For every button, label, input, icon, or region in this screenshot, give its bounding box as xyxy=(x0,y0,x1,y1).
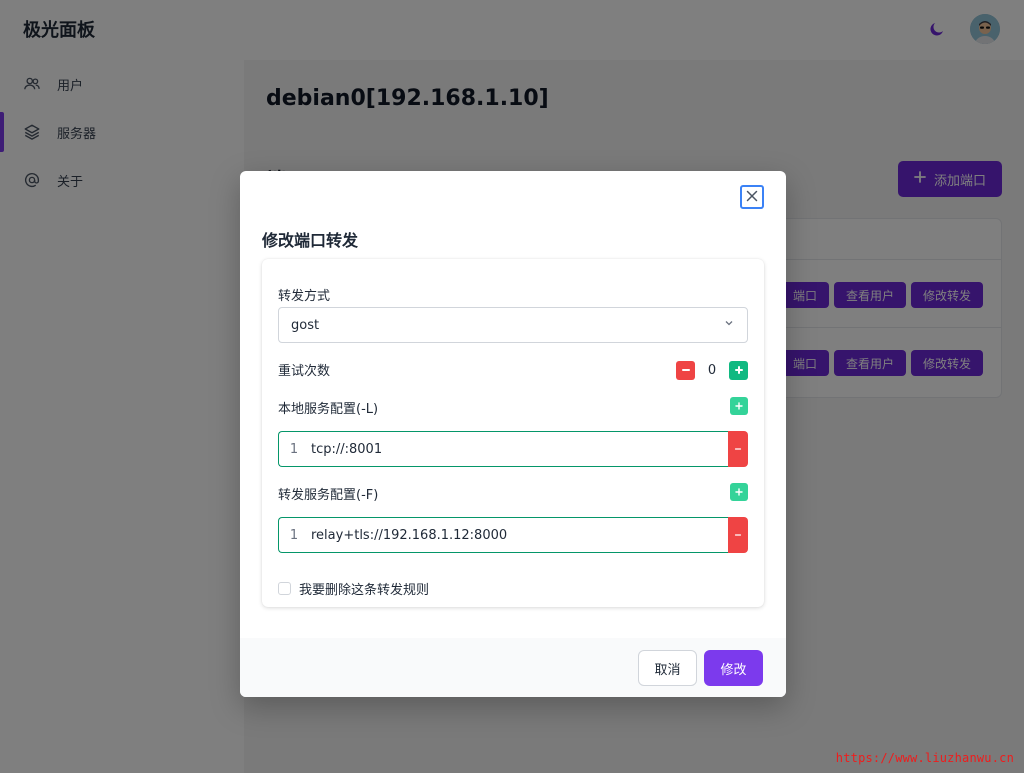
line-number: 1 xyxy=(289,527,299,543)
retry-label: 重试次数 xyxy=(278,364,331,379)
minus-icon xyxy=(734,443,742,456)
local-config-value: tcp://:8001 xyxy=(311,441,383,457)
line-number: 1 xyxy=(289,441,299,457)
plus-icon xyxy=(735,486,743,499)
forward-config-value: relay+tls://192.168.1.12:8000 xyxy=(311,527,508,543)
close-button[interactable] xyxy=(740,185,764,209)
watermark-text: https://www.liuzhanwu.cn xyxy=(835,751,1014,765)
delete-rule-label: 我要删除这条转发规则 xyxy=(299,583,430,598)
minus-icon xyxy=(734,529,742,542)
retry-increment-button[interactable] xyxy=(729,361,748,380)
delete-rule-checkbox[interactable] xyxy=(278,582,291,595)
forward-config-label: 转发服务配置(-F) xyxy=(278,488,379,503)
forward-form: 转发方式 gost 重试次数 0 本地服务配置(-L) 1 tcp://:800… xyxy=(262,259,764,607)
remove-forward-config-button[interactable] xyxy=(728,517,748,553)
method-label: 转发方式 xyxy=(278,289,331,304)
plus-icon xyxy=(734,364,744,378)
dialog-title: 修改端口转发 xyxy=(262,231,359,250)
local-config-label: 本地服务配置(-L) xyxy=(278,402,379,417)
retry-decrement-button[interactable] xyxy=(676,361,695,380)
method-select[interactable]: gost xyxy=(278,307,748,343)
add-forward-config-button[interactable] xyxy=(730,483,748,501)
forward-config-input[interactable]: 1 relay+tls://192.168.1.12:8000 xyxy=(278,517,728,553)
delete-rule-row: 我要删除这条转发规则 xyxy=(278,579,429,598)
retry-stepper: 0 xyxy=(676,361,748,380)
edit-forward-dialog: 修改端口转发 转发方式 gost 重试次数 0 本地服务配置(-L) 1 tcp… xyxy=(240,171,786,697)
method-value: gost xyxy=(291,317,320,333)
close-icon xyxy=(746,190,758,205)
chevron-down-icon xyxy=(723,317,735,333)
local-config-input[interactable]: 1 tcp://:8001 xyxy=(278,431,728,467)
dialog-footer: 取消 修改 xyxy=(240,638,786,697)
add-local-config-button[interactable] xyxy=(730,397,748,415)
plus-icon xyxy=(735,400,743,413)
local-config-row: 1 tcp://:8001 xyxy=(278,431,748,467)
retry-value: 0 xyxy=(707,363,717,378)
cancel-button[interactable]: 取消 xyxy=(638,650,697,686)
submit-button[interactable]: 修改 xyxy=(704,650,763,686)
minus-icon xyxy=(681,364,691,378)
remove-local-config-button[interactable] xyxy=(728,431,748,467)
forward-config-row: 1 relay+tls://192.168.1.12:8000 xyxy=(278,517,748,553)
